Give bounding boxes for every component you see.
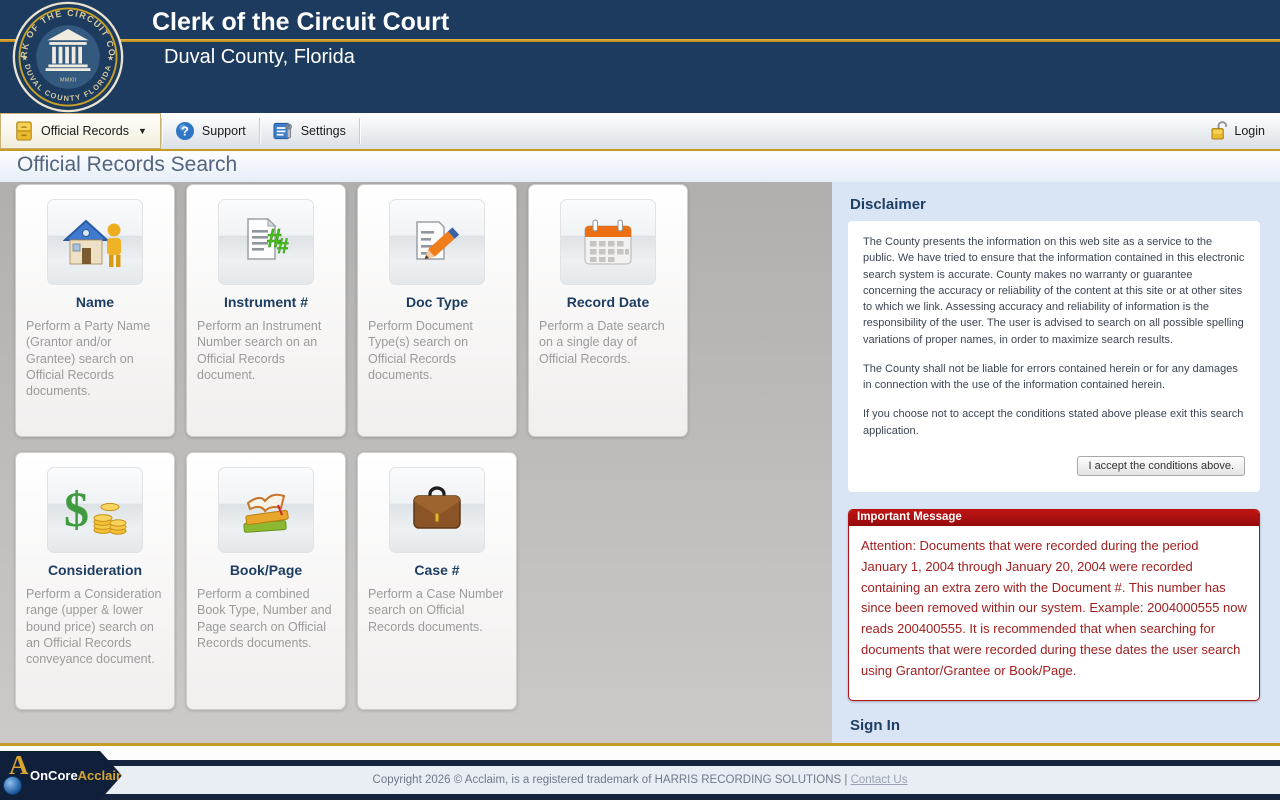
svg-text:?: ?	[181, 124, 189, 139]
card-description: Perform a Case Number search on Official…	[368, 587, 504, 634]
svg-text:★: ★	[107, 54, 114, 63]
disclaimer-paragraph: If you choose not to accept the conditio…	[863, 408, 1244, 437]
menu-separator	[358, 118, 360, 144]
copyright-label: Copyright 2026 © Acclaim, is a registere…	[372, 774, 848, 786]
card-title: Name	[75, 294, 115, 310]
card-icon-tile: # #	[218, 199, 314, 285]
menu-item-support[interactable]: ? Support	[162, 113, 259, 149]
svg-text:$: $	[64, 481, 89, 537]
card-icon-tile	[47, 199, 143, 285]
settings-icon	[273, 122, 292, 140]
search-card-case-number[interactable]: Case # Perform a Case Number search on O…	[357, 452, 517, 710]
search-card-name[interactable]: Name Perform a Party Name (Grantor and/o…	[15, 184, 175, 437]
content-area: Name Perform a Party Name (Grantor and/o…	[0, 182, 1280, 746]
globe-icon	[3, 776, 22, 795]
svg-text:#: #	[277, 235, 289, 258]
menu-item-label: Settings	[300, 124, 346, 138]
important-message-panel: Important Message Attention: Documents t…	[848, 508, 1260, 701]
card-description: Perform Document Type(s) search on Offic…	[368, 319, 473, 382]
card-icon-tile: $	[47, 467, 143, 553]
card-icon-tile	[560, 199, 656, 285]
svg-text:★: ★	[21, 54, 28, 63]
document-pencil-icon	[416, 221, 460, 260]
card-description: Perform an Instrument Number search on a…	[197, 319, 322, 382]
card-title: Consideration	[47, 562, 143, 578]
footer: Copyright 2026 © Acclaim, is a registere…	[0, 751, 1280, 800]
card-title: Doc Type	[406, 294, 468, 310]
svg-text:MMXII: MMXII	[60, 77, 77, 83]
disclaimer-paragraph: The County presents the information on t…	[863, 236, 1245, 346]
card-icon-tile	[389, 467, 485, 553]
menu-item-label: Official Records	[41, 124, 129, 138]
official-records-search-page: CLERK OF THE CIRCUIT COURT DUVAL COUNTY …	[0, 0, 1280, 800]
card-description: Perform a Party Name (Grantor and/or Gra…	[26, 319, 151, 398]
search-card-record-date[interactable]: Record Date Perform a Date search on a s…	[528, 184, 688, 437]
login-label: Login	[1234, 124, 1265, 138]
card-title: Record Date	[566, 294, 650, 310]
books-icon	[243, 493, 289, 533]
menu-item-label: Support	[201, 124, 246, 138]
card-icon-tile	[389, 199, 485, 285]
accept-conditions-button[interactable]: I accept the conditions above.	[1077, 455, 1245, 476]
login-menu-button[interactable]: Login	[1196, 113, 1280, 149]
search-card-book-page[interactable]: Book/Page Perform a combined Book Type, …	[186, 452, 346, 710]
card-title: Instrument #	[223, 294, 308, 310]
disclaimer-box: The County presents the information on t…	[848, 221, 1260, 492]
contact-us-link[interactable]: Contact Us	[851, 774, 908, 786]
oncore-wordmark: OnCore	[30, 768, 78, 783]
support-icon: ?	[175, 122, 194, 140]
card-description: Perform a Date search on a single day of…	[539, 319, 665, 366]
important-message-heading: Important Message	[849, 509, 1259, 526]
search-card-instrument-number[interactable]: # # Instrument # Perform an Instrument N…	[186, 184, 346, 437]
clerk-court-seal-logo: CLERK OF THE CIRCUIT COURT DUVAL COUNTY …	[12, 1, 124, 113]
card-title: Book/Page	[229, 562, 303, 578]
card-icon-tile	[218, 467, 314, 553]
main-menubar: Official Records ▼ ? Support Settings Lo…	[0, 113, 1280, 151]
calendar-icon	[584, 219, 632, 265]
search-card-consideration[interactable]: $ Consideration Perform a Consideration …	[15, 452, 175, 710]
dollar-coins-icon: $	[64, 481, 127, 537]
footer-bar: Copyright 2026 © Acclaim, is a registere…	[0, 766, 1280, 794]
page-title-bar: Official Records Search	[0, 151, 1280, 182]
login-as-fieldset: Login As User Name Password Forgot Passw…	[848, 741, 1260, 744]
records-cabinet-icon	[16, 121, 32, 141]
app-header: CLERK OF THE CIRCUIT COURT DUVAL COUNTY …	[0, 0, 1280, 113]
card-description: Perform a Consideration range (upper & l…	[26, 587, 162, 666]
site-title: Clerk of the Circuit Court	[152, 8, 450, 36]
acclaim-a-glyph: A	[9, 750, 29, 780]
disclaimer-heading: Disclaimer	[850, 196, 926, 213]
sign-in-heading: Sign In	[850, 716, 900, 734]
side-panel: Disclaimer The County presents the infor…	[832, 182, 1280, 743]
menu-item-official-records[interactable]: Official Records ▼	[0, 113, 161, 149]
page-title: Official Records Search	[17, 153, 238, 176]
menu-item-settings[interactable]: Settings	[260, 113, 359, 149]
copyright-text: Copyright 2026 © Acclaim, is a registere…	[0, 774, 1280, 786]
site-subtitle: Duval County, Florida	[164, 46, 355, 68]
login-as-legend: Login As	[858, 742, 908, 744]
header-gold-divider	[0, 39, 1280, 42]
disclaimer-paragraph: The County shall not be liable for error…	[863, 362, 1238, 392]
oncore-acclaim-logo: A OnCore Acclaim	[0, 751, 122, 800]
briefcase-icon	[413, 486, 461, 529]
footer-gap	[0, 749, 1280, 760]
padlock-open-icon	[1211, 121, 1228, 140]
search-card-doc-type[interactable]: Doc Type Perform Document Type(s) search…	[357, 184, 517, 437]
document-number-icon: # #	[247, 217, 289, 260]
house-person-icon	[63, 219, 121, 267]
important-message-body: Attention: Documents that were recorded …	[861, 537, 1247, 678]
chevron-down-icon: ▼	[138, 126, 147, 136]
card-title: Case #	[414, 562, 460, 578]
search-cards-region: Name Perform a Party Name (Grantor and/o…	[0, 182, 832, 743]
card-description: Perform a combined Book Type, Number and…	[197, 587, 332, 650]
